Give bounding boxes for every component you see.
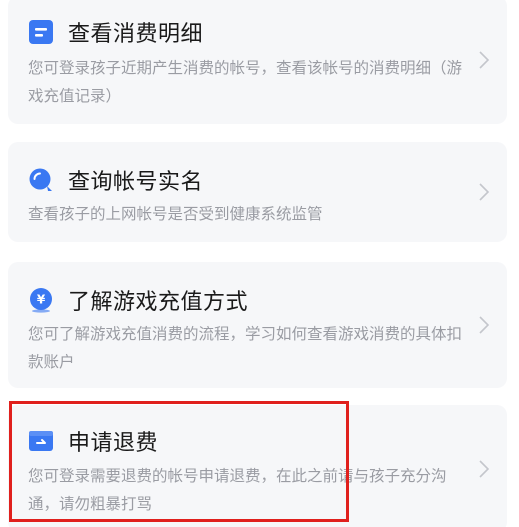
svg-text:¥: ¥ [37, 293, 46, 307]
apply-refund-card[interactable]: 申请退费 您可登录需要退费的帐号申请退费，在此之前请与孩子充分沟通，请勿粗暴打骂 [8, 405, 507, 527]
card-description: 您可了解游戏充值消费的流程，学习如何查看游戏消费的具体扣款账户 [28, 325, 463, 371]
card-title-row: 申请退费 [28, 425, 158, 457]
parent-guardian-service-page: 查看消费明细 您可登录孩子近期产生消费的帐号，查看该帐号的消费明细（游戏充值记录… [0, 0, 519, 527]
card-title: 查询帐号实名 [68, 170, 204, 195]
search-icon [29, 168, 52, 191]
refund-card-icon [29, 431, 53, 451]
card-title: 了解游戏充值方式 [68, 290, 249, 315]
document-icon [29, 20, 53, 44]
view-consumption-details-card[interactable]: 查看消费明细 您可登录孩子近期产生消费的帐号，查看该帐号的消费明细（游戏充值记录… [8, 0, 507, 124]
chevron-right-icon [479, 460, 490, 478]
learn-game-recharge-methods-card[interactable]: ¥ 了解游戏充值方式 您可了解游戏充值消费的流程，学习如何查看游戏消费的具体扣款… [8, 262, 507, 388]
card-title-row: 查看消费明细 [28, 16, 203, 48]
card-description: 查看孩子的上网帐号是否受到健康系统监管 [28, 205, 323, 223]
query-account-real-name-card[interactable]: 查询帐号实名 查看孩子的上网帐号是否受到健康系统监管 [8, 142, 507, 242]
chevron-right-icon [479, 183, 490, 201]
card-description: 您可登录孩子近期产生消费的帐号，查看该帐号的消费明细（游戏充值记录） [28, 59, 463, 105]
card-title-row: ¥ 了解游戏充值方式 [28, 284, 248, 316]
card-title: 申请退费 [68, 431, 159, 456]
card-title: 查看消费明细 [68, 22, 204, 47]
chevron-right-icon [479, 316, 490, 334]
card-description: 您可登录需要退费的帐号申请退费，在此之前请与孩子充分沟通，请勿粗暴打骂 [28, 467, 447, 513]
chevron-right-icon [479, 51, 490, 69]
card-title-row: 查询帐号实名 [28, 164, 203, 196]
yuan-coin-icon: ¥ [30, 288, 52, 313]
